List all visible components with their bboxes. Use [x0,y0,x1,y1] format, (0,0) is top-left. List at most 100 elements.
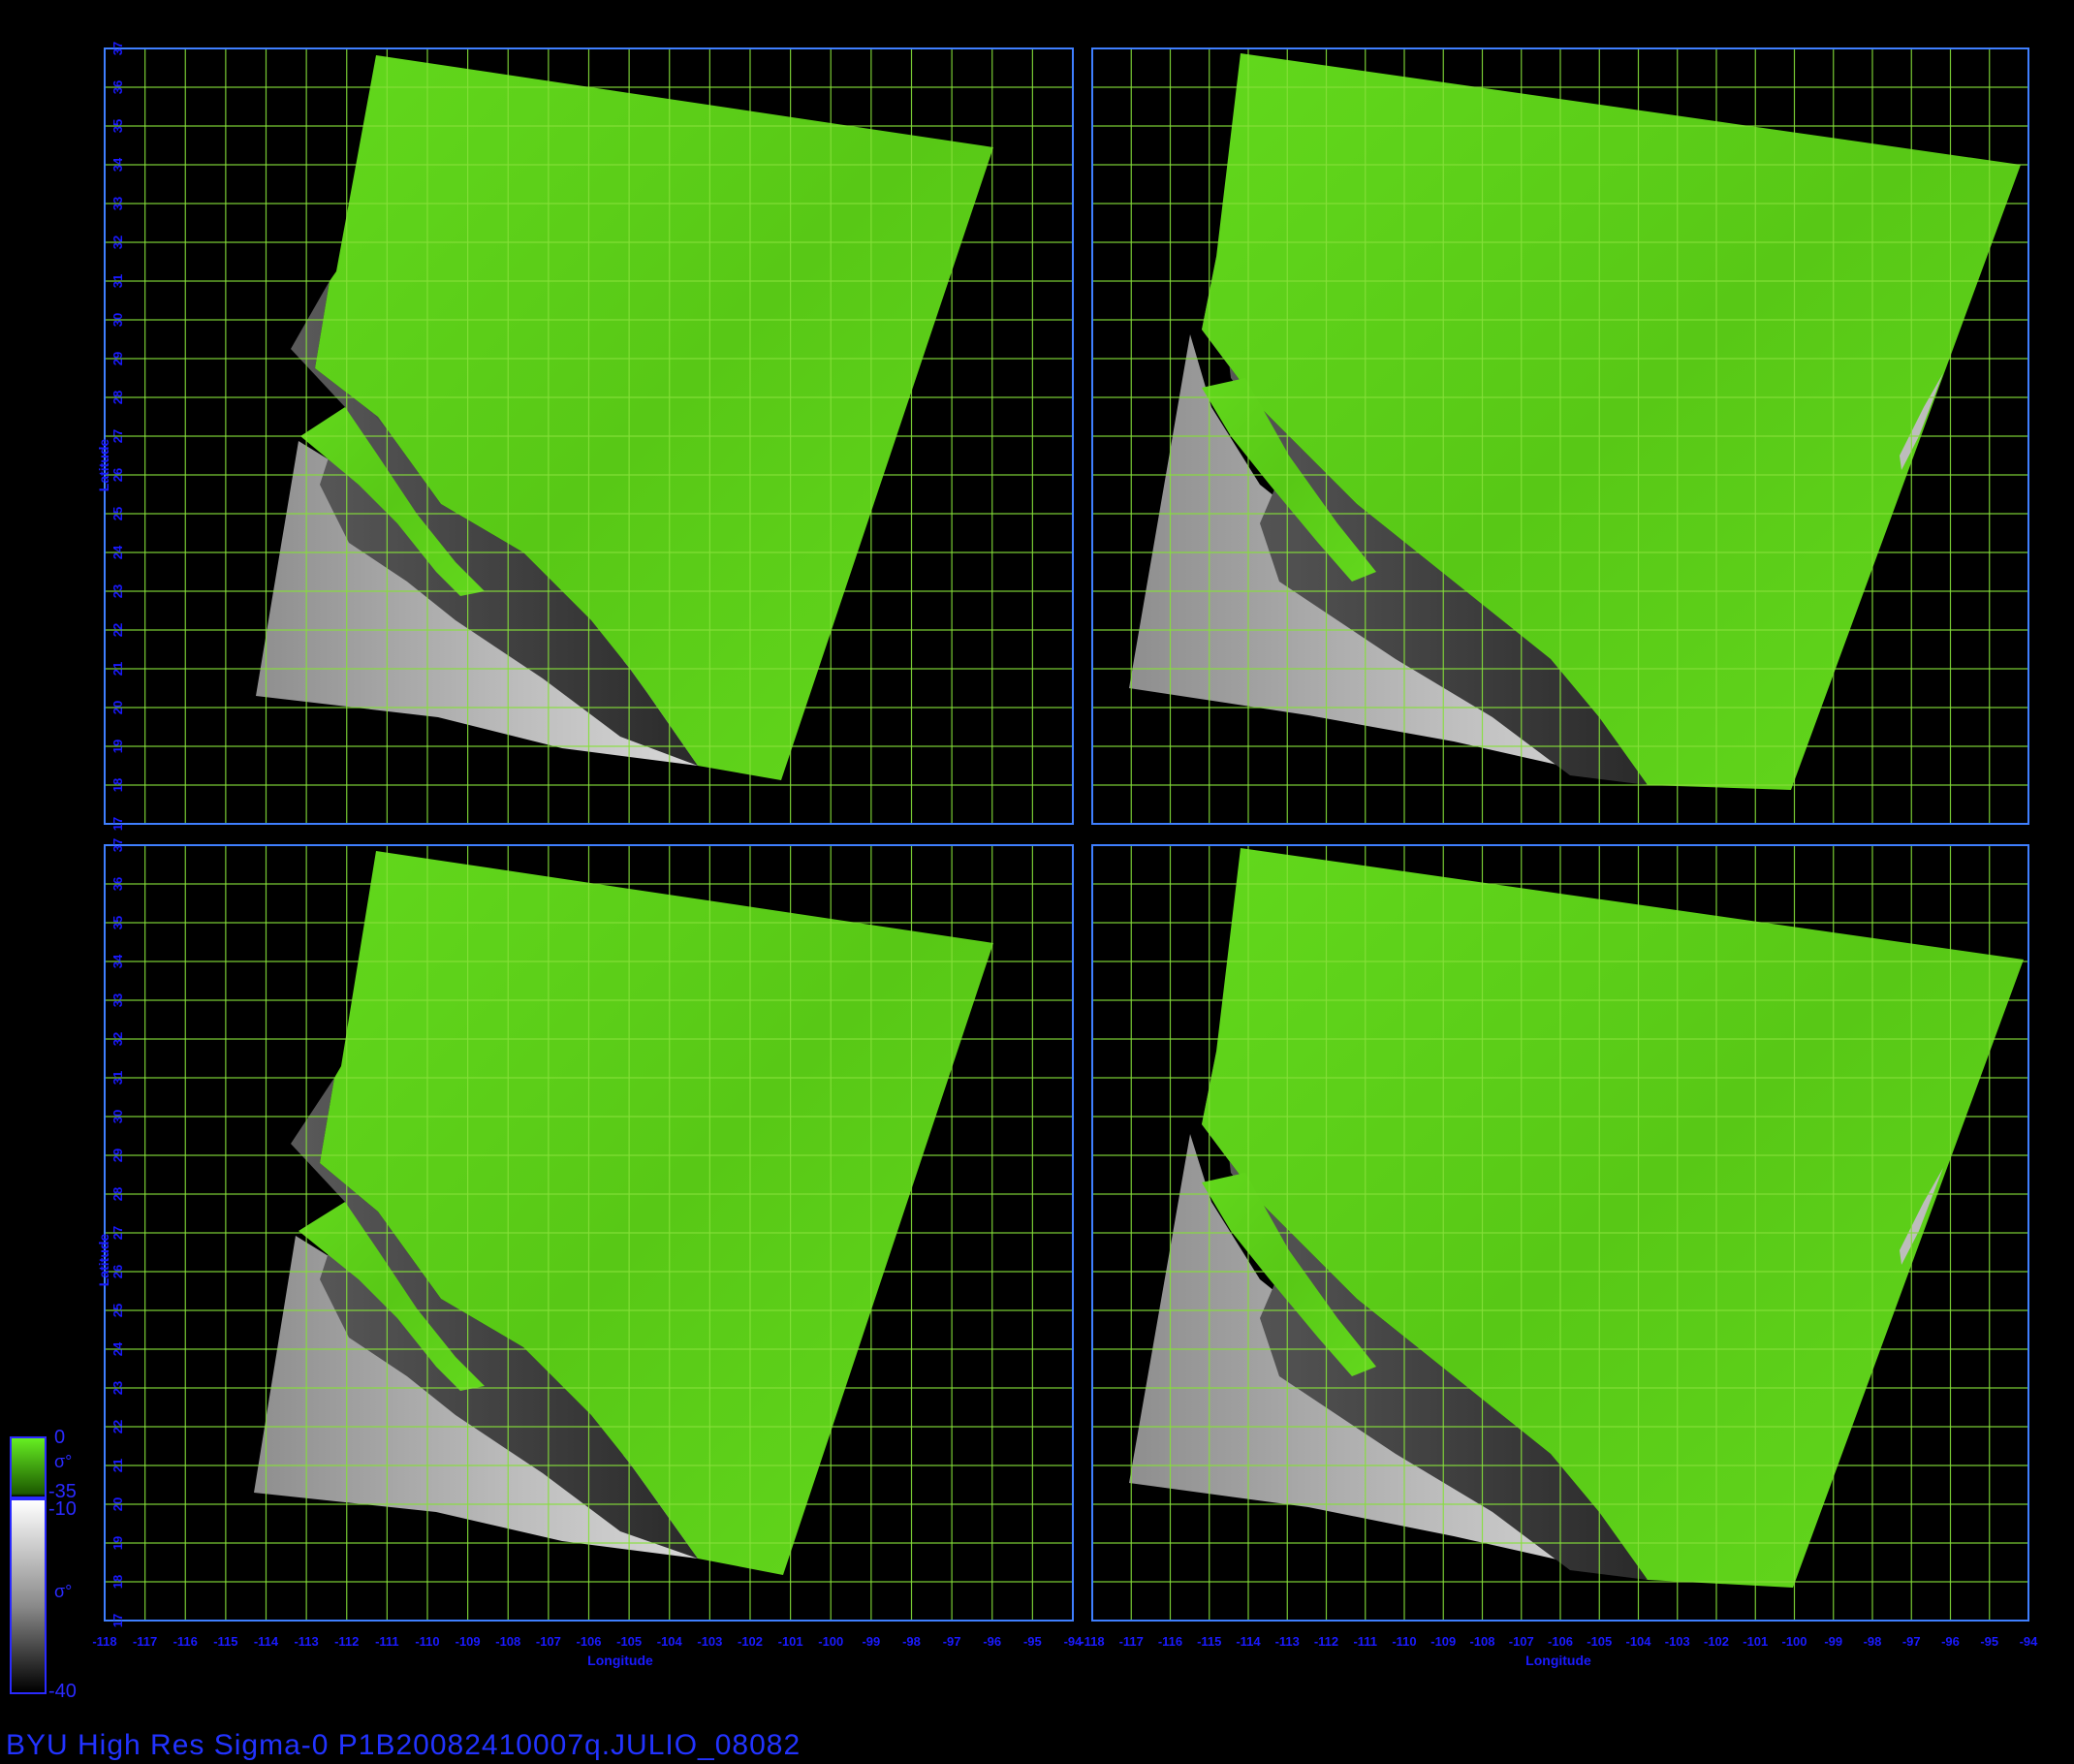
longitude-tick-label: -111 [375,1634,399,1649]
longitude-ticks-left: -118 -117 -116 -115 -114 -113 -112 -111 -110 -109… [92,1634,1083,1649]
longitude-tick-label: -103 [697,1634,722,1649]
latitude-tick-label: 24 [110,1341,125,1356]
longitude-tick-label: -115 [1197,1634,1221,1649]
latitude-tick-label: 30 [110,313,125,327]
latitude-tick-label: 30 [110,1110,125,1123]
legend-green-top: 0 [54,1427,66,1448]
longitude-tick-label: -102 [738,1634,763,1649]
longitude-tick-label: -118 [92,1634,116,1649]
longitude-tick-label: -114 [1236,1634,1261,1649]
latitude-tick-label: 20 [110,701,125,714]
latitude-tick-label: 21 [110,662,125,676]
latitude-tick-label: 33 [110,197,125,210]
longitude-tick-label: -97 [943,1634,961,1649]
longitude-tick-label: -112 [334,1634,359,1649]
latitude-tick-label: 34 [110,954,125,968]
longitude-tick-label: -98 [902,1634,921,1649]
swath [256,55,993,780]
legend-green-symbol: σ° [54,1452,73,1471]
longitude-tick-label: -98 [1864,1634,1882,1649]
xlabel-right: Longitude [1525,1653,1591,1668]
longitude-tick-label: -97 [1902,1634,1921,1649]
latitude-tick-label: 28 [110,1187,125,1201]
longitude-tick-label: -117 [1119,1634,1144,1649]
longitude-tick-label: -101 [1743,1634,1768,1649]
grid-bottom-right [1091,844,2029,1622]
latitude-tick-label: 35 [110,916,125,929]
xlabel-left: Longitude [587,1653,653,1668]
longitude-tick-label: -102 [1704,1634,1729,1649]
panel-top-right [1091,47,2029,825]
latitude-tick-label: 37 [110,42,125,55]
longitude-tick-label: -101 [778,1634,803,1649]
swath [1129,53,2021,790]
grid-top-right [1091,47,2029,825]
longitude-tick-label: -104 [1625,1634,1651,1649]
longitude-tick-label: -113 [1275,1634,1300,1649]
latitude-tick-label: 32 [110,1032,125,1046]
longitude-tick-label: -109 [456,1634,481,1649]
latitude-tick-label: 20 [110,1497,125,1511]
longitude-tick-label: -106 [576,1634,601,1649]
longitude-tick-label: -116 [1158,1634,1182,1649]
longitude-tick-label: -95 [1023,1634,1042,1649]
swath [1129,848,2024,1588]
latitude-ticks-top: 17 18 19 20 21 22 23 24 25 26 27 28 29 30 31 32 33 34 35 36… [110,42,125,831]
latitude-ticks-bottom: 17 18 19 20 21 22 23 24 25 26 27 28 29 30 31 32 33 34 35 36… [110,838,125,1627]
longitude-tick-label: -108 [1469,1634,1494,1649]
latitude-tick-label: 22 [110,1420,125,1433]
latitude-tick-label: 29 [110,1149,125,1162]
latitude-tick-label: 18 [110,1575,125,1589]
latitude-tick-label: 31 [110,274,125,288]
longitude-ticks-right: -118 -117 -116 -115 -114 -113 -112 -111 -110 -109… [1080,1634,2038,1649]
latitude-tick-label: 23 [110,1381,125,1395]
longitude-tick-label: -107 [536,1634,561,1649]
latitude-tick-label: 37 [110,838,125,852]
latitude-tick-label: 17 [110,1614,125,1627]
latitude-tick-label: 19 [110,740,125,753]
footer-title: BYU High Res Sigma-0 P1B20082410007q.JUL… [6,1729,801,1761]
grid-bottom-left [104,844,1074,1622]
latitude-tick-label: 27 [110,1226,125,1240]
longitude-tick-label: -104 [657,1634,683,1649]
latitude-tick-label: 25 [110,507,125,520]
latitude-tick-label: 36 [110,80,125,94]
longitude-tick-label: -113 [294,1634,318,1649]
longitude-tick-label: -96 [983,1634,1001,1649]
longitude-tick-label: -115 [213,1634,237,1649]
latitude-tick-label: 26 [110,1265,125,1278]
longitude-tick-label: -100 [1781,1634,1807,1649]
longitude-tick-label: -118 [1080,1634,1104,1649]
longitude-tick-label: -110 [1392,1634,1416,1649]
latitude-tick-label: 27 [110,429,125,443]
longitude-tick-label: -99 [862,1634,880,1649]
longitude-tick-label: -110 [415,1634,439,1649]
latitude-tick-label: 22 [110,623,125,637]
gray-colorbar [10,1498,47,1694]
legend-gray-symbol: σ° [54,1582,73,1601]
longitude-tick-label: -109 [1430,1634,1456,1649]
longitude-tick-label: -106 [1548,1634,1573,1649]
ylabel-bottom: Latitude [96,1234,111,1287]
latitude-tick-label: 24 [110,545,125,559]
longitude-tick-label: -96 [1941,1634,1960,1649]
latitude-tick-label: 18 [110,778,125,792]
latitude-tick-label: 17 [110,817,125,831]
map-panels: 17 18 19 20 21 22 23 24 25 26 27 28 29 30 31 32 33 34 35 36… [92,42,2038,1668]
longitude-tick-label: -108 [495,1634,520,1649]
longitude-tick-label: -103 [1665,1634,1690,1649]
latitude-tick-label: 31 [110,1071,125,1085]
longitude-tick-label: -111 [1353,1634,1377,1649]
panel-top-left [104,47,1074,825]
latitude-tick-label: 32 [110,236,125,249]
longitude-tick-label: -105 [616,1634,642,1649]
latitude-tick-label: 29 [110,352,125,365]
ylabel-top: Latitude [96,439,111,492]
latitude-tick-label: 26 [110,468,125,482]
latitude-tick-label: 33 [110,993,125,1007]
longitude-tick-label: -100 [818,1634,843,1649]
green-colorbar [10,1436,47,1498]
longitude-tick-label: -99 [1824,1634,1842,1649]
longitude-tick-label: -94 [2020,1634,2039,1649]
longitude-tick-label: -95 [1980,1634,1998,1649]
